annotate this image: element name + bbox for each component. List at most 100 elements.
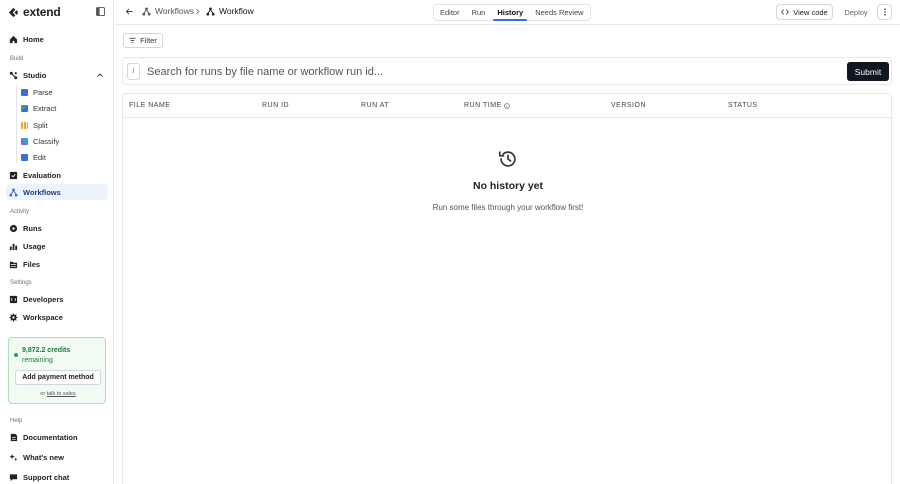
top-bar: Workflows Workflow Editor Run History Ne… xyxy=(115,0,900,25)
talk-to-sales-line: or talk to sales xyxy=(9,391,107,397)
breadcrumb-parent-label: Workflows xyxy=(155,6,195,16)
submit-button[interactable]: Submit xyxy=(847,62,889,81)
sidebar-item-label: Runs xyxy=(23,223,42,233)
column-header-run-at[interactable]: RUN AT xyxy=(361,102,389,109)
sidebar-item-whats-new[interactable]: What's new xyxy=(6,449,108,465)
sidebar-item-label: Developers xyxy=(23,294,64,304)
sidebar-item-documentation[interactable]: Documentation xyxy=(6,429,108,445)
column-header-version[interactable]: VERSION xyxy=(611,102,646,109)
sidebar-subitem-label: Edit xyxy=(33,152,46,162)
filter-label: Filter xyxy=(140,36,157,45)
breadcrumb-parent[interactable]: Workflows xyxy=(142,6,194,16)
sidebar-item-runs[interactable]: Runs xyxy=(6,220,108,236)
credits-remaining: remaining xyxy=(22,357,53,364)
deploy-button[interactable]: Deploy xyxy=(840,4,872,20)
more-options-button[interactable] xyxy=(877,4,892,20)
sidebar-item-label: What's new xyxy=(23,452,64,462)
sidebar-collapse-icon[interactable] xyxy=(96,7,105,16)
section-label-help: Help xyxy=(10,418,23,424)
view-tabs: Editor Run History Needs Review xyxy=(433,4,591,21)
sidebar-subitem-classify[interactable]: Classify xyxy=(21,134,107,148)
sidebar-item-developers[interactable]: Developers xyxy=(6,291,108,307)
tree-line xyxy=(16,85,17,163)
usage-icon xyxy=(9,243,18,250)
sidebar-item-support-chat[interactable]: Support chat xyxy=(6,469,108,484)
empty-state-title: No history yet xyxy=(472,180,543,192)
brand[interactable]: extend xyxy=(8,5,61,19)
edit-icon xyxy=(21,153,28,161)
sidebar-item-label: Usage xyxy=(23,241,46,251)
empty-state-subtitle: Run some files through your workflow fir… xyxy=(432,203,584,212)
sidebar-subitem-split[interactable]: Split xyxy=(21,118,107,132)
column-header-label: RUN TIME xyxy=(464,102,502,109)
column-header-status[interactable]: STATUS xyxy=(728,102,758,109)
credits-amount: 9,872.2 credits xyxy=(22,347,71,354)
back-arrow-icon[interactable] xyxy=(125,7,134,16)
sidebar-item-usage[interactable]: Usage xyxy=(6,238,108,254)
column-header-file-name[interactable]: FILE NAME xyxy=(129,102,170,109)
column-header-run-time[interactable]: RUN TIME xyxy=(464,102,510,109)
column-header-run-id[interactable]: RUN ID xyxy=(262,102,289,109)
workflows-icon xyxy=(206,6,215,16)
gear-icon xyxy=(9,312,18,322)
sidebar-item-workflows[interactable]: Workflows xyxy=(6,184,108,200)
view-code-label: View code xyxy=(793,7,828,17)
sidebar-item-files[interactable]: Files xyxy=(6,256,108,272)
developers-icon xyxy=(9,295,18,303)
code-icon xyxy=(781,9,790,15)
more-vertical-icon xyxy=(883,8,886,16)
sparkle-icon xyxy=(9,453,18,461)
sidebar-subitem-parse[interactable]: Parse xyxy=(21,85,107,99)
breadcrumb-current: Workflow xyxy=(206,6,254,16)
sidebar-subitem-label: Parse xyxy=(33,87,53,97)
sidebar: extend Home Build Studio Parse Extract S… xyxy=(0,0,114,484)
sidebar-item-evaluation[interactable]: Evaluation xyxy=(6,167,108,183)
sidebar-item-workspace[interactable]: Workspace xyxy=(6,309,108,325)
search-bar: / Submit xyxy=(122,57,892,85)
split-icon xyxy=(21,121,28,129)
sidebar-item-studio[interactable]: Studio xyxy=(6,67,108,83)
runs-table: FILE NAME RUN ID RUN AT RUN TIME VERSION… xyxy=(122,93,893,484)
play-icon xyxy=(9,224,18,232)
classify-icon xyxy=(21,137,28,145)
sidebar-subitem-label: Classify xyxy=(33,136,60,146)
sidebar-item-home[interactable]: Home xyxy=(6,31,108,47)
credits-text: 9,872.2 credits remaining xyxy=(22,346,102,366)
sidebar-subitem-label: Split xyxy=(33,120,48,130)
sidebar-item-label: Documentation xyxy=(23,432,78,442)
tab-needs-review[interactable]: Needs Review xyxy=(529,5,589,20)
brand-name: extend xyxy=(23,5,61,19)
search-shortcut-hint: / xyxy=(127,63,140,80)
filter-button[interactable]: Filter xyxy=(123,33,163,48)
studio-icon xyxy=(9,71,18,79)
chevron-up-icon[interactable] xyxy=(96,71,104,79)
section-label-settings: Settings xyxy=(10,280,32,286)
talk-to-sales-link[interactable]: talk to sales xyxy=(47,391,76,397)
view-code-button[interactable]: View code xyxy=(776,4,833,20)
history-icon xyxy=(498,151,516,167)
tab-run[interactable]: Run xyxy=(466,5,492,20)
credits-status-dot xyxy=(14,353,18,357)
workflows-icon xyxy=(142,6,151,16)
chat-icon xyxy=(9,473,18,481)
credits-card: 9,872.2 credits remaining Add payment me… xyxy=(8,337,106,404)
section-label-build: Build xyxy=(10,56,24,62)
or-text: or xyxy=(40,391,46,397)
tab-editor[interactable]: Editor xyxy=(434,5,466,20)
search-input[interactable] xyxy=(147,61,837,83)
extend-logo-icon xyxy=(8,7,19,17)
sidebar-item-label: Workspace xyxy=(23,312,63,322)
sidebar-subitem-edit[interactable]: Edit xyxy=(21,150,107,164)
sidebar-item-label: Home xyxy=(23,34,44,44)
sidebar-item-label: Workflows xyxy=(23,187,61,197)
section-label-activity: Activity xyxy=(10,209,30,215)
filter-icon xyxy=(129,37,136,44)
home-icon xyxy=(9,35,18,43)
sidebar-item-label: Evaluation xyxy=(23,170,61,180)
add-payment-method-button[interactable]: Add payment method xyxy=(15,370,101,385)
tab-history[interactable]: History xyxy=(491,5,529,21)
sidebar-item-label: Studio xyxy=(23,70,47,80)
info-icon[interactable] xyxy=(503,102,510,109)
workflows-icon xyxy=(9,187,18,197)
sidebar-subitem-extract[interactable]: Extract xyxy=(21,101,107,115)
